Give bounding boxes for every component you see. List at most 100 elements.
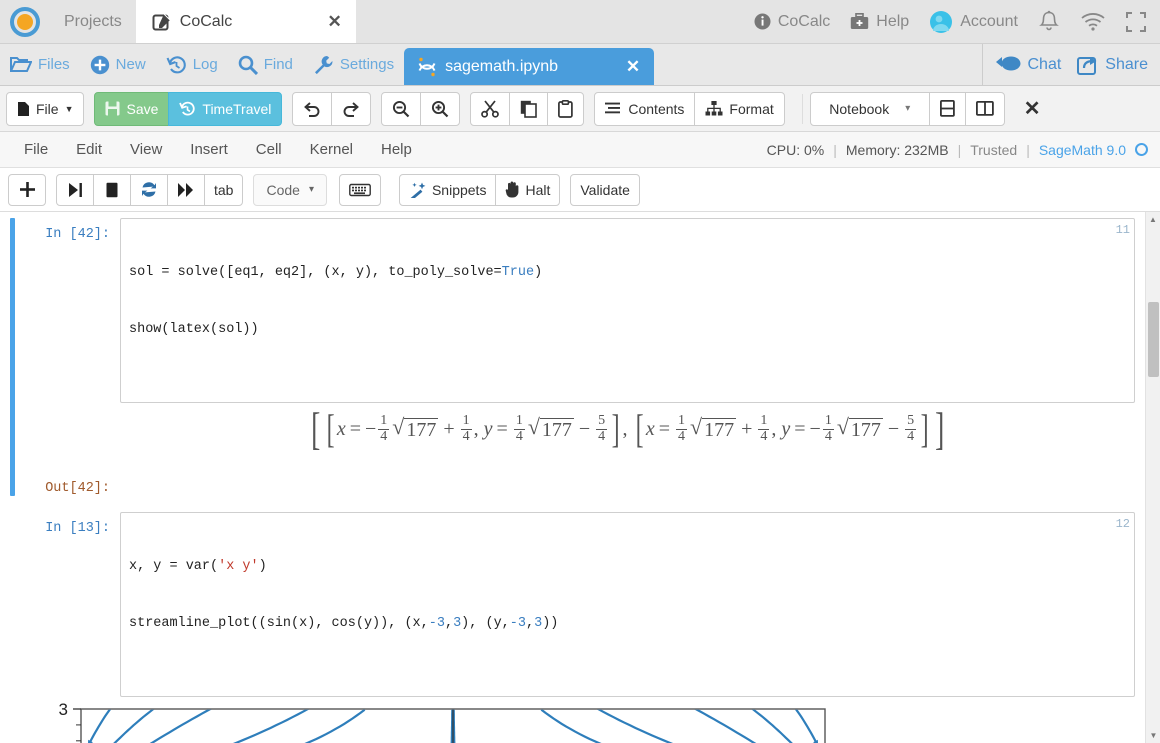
connection-status-button[interactable] (1080, 12, 1106, 32)
hand-stop-icon (505, 181, 520, 198)
snippets-button[interactable]: Snippets (399, 174, 496, 206)
cut-button[interactable] (470, 92, 510, 126)
numerator: 5 (905, 414, 916, 429)
menu-help[interactable]: Help (367, 141, 426, 158)
code-line: sol = solve([eq1, eq2], (x, y), to_poly_… (129, 263, 1126, 282)
snippets-halt-group: Snippets Halt (399, 174, 560, 206)
math-sqrt: √177 (837, 416, 883, 442)
menu-edit[interactable]: Edit (62, 141, 116, 158)
insert-cell-button[interactable] (8, 174, 46, 206)
split-vertical-button[interactable] (965, 92, 1005, 126)
memory-usage: Memory: 232MB (846, 142, 949, 158)
validate-button[interactable]: Validate (570, 174, 640, 206)
math-var-x: x (646, 418, 655, 441)
contents-button[interactable]: Contents (594, 92, 695, 126)
menu-kernel[interactable]: Kernel (296, 141, 367, 158)
account-button[interactable]: Account (929, 10, 1018, 34)
kernel-name[interactable]: SageMath 9.0 (1039, 142, 1126, 158)
account-avatar-icon (929, 10, 953, 34)
history-icon (179, 101, 196, 117)
bracket-close-inner: ] (921, 412, 929, 446)
cell-content: In [42]: sol = solve([eq1, eq2], (x, y),… (15, 218, 1135, 496)
view-mode-select[interactable]: Notebook ▾ (810, 92, 930, 126)
numerator: 1 (823, 414, 834, 429)
share-label: Share (1105, 56, 1148, 74)
math-fraction: 5 4 (905, 414, 916, 444)
undo-button[interactable] (292, 92, 332, 126)
open-tab-cocalc[interactable]: CoCalc ✕ (136, 0, 356, 43)
cell-content: In [13]: x, y = var('x y') streamline_pl… (15, 512, 1135, 743)
fullscreen-button[interactable] (1126, 12, 1146, 32)
chat-bubble-icon (995, 55, 1022, 74)
project-log-button[interactable]: Log (156, 44, 228, 85)
keyboard-shortcuts-button[interactable] (339, 174, 381, 206)
cell-number-badge: 11 (1116, 221, 1130, 240)
cocalc-logo-icon (10, 7, 40, 37)
format-button[interactable]: Format (694, 92, 784, 126)
math-equals: = (497, 418, 508, 441)
code-editor[interactable]: sol = solve([eq1, eq2], (x, y), to_poly_… (120, 218, 1135, 403)
menu-insert[interactable]: Insert (176, 141, 242, 158)
cocalc-info-button[interactable]: CoCalc (754, 13, 830, 31)
history-icon (166, 55, 187, 75)
notebook-cell[interactable]: In [13]: x, y = var('x y') streamline_pl… (10, 512, 1135, 743)
split-horizontal-button[interactable] (929, 92, 966, 126)
save-button[interactable]: Save (94, 92, 169, 126)
close-icon[interactable]: ✕ (298, 12, 342, 32)
halt-button[interactable]: Halt (495, 174, 560, 206)
math-output: [ [ x = − 1 4 √177 + (120, 403, 1135, 452)
project-new-button[interactable]: New (80, 44, 156, 85)
cocalc-info-label: CoCalc (778, 13, 830, 31)
restart-icon (140, 181, 158, 198)
close-editor-button[interactable]: ✕ (1014, 92, 1051, 126)
stop-button[interactable] (93, 174, 131, 206)
scroll-up-arrow[interactable]: ▲ (1146, 212, 1160, 227)
close-icon: ✕ (1024, 96, 1041, 121)
notebook-cell[interactable]: In [42]: sol = solve([eq1, eq2], (x, y),… (10, 218, 1135, 496)
clipboard-icon (558, 100, 573, 118)
file-tab-sagemath[interactable]: sagemath.ipynb ✕ (404, 48, 654, 85)
menu-file[interactable]: File (10, 141, 62, 158)
menu-cell[interactable]: Cell (242, 141, 296, 158)
menu-view[interactable]: View (116, 141, 176, 158)
timetravel-button[interactable]: TimeTravel (168, 92, 282, 126)
projects-button[interactable]: Projects (50, 0, 136, 43)
chat-button[interactable]: Chat (995, 55, 1062, 74)
restart-kernel-button[interactable] (130, 174, 168, 206)
clipboard-group (470, 92, 584, 126)
medkit-icon (850, 13, 869, 30)
vertical-scrollbar[interactable]: ▲ ▼ (1145, 212, 1160, 743)
run-cell-button[interactable] (56, 174, 94, 206)
scrollbar-thumb[interactable] (1148, 302, 1159, 377)
math-operator: + (443, 418, 454, 441)
close-icon[interactable]: ✕ (596, 57, 640, 77)
bracket-close-outer: ] (935, 411, 944, 448)
bracket-open-outer: [ (311, 411, 320, 448)
notifications-button[interactable] (1038, 10, 1060, 33)
tab-label: tab (214, 182, 233, 198)
project-settings-button[interactable]: Settings (303, 44, 404, 85)
kernel-status-bar: CPU: 0% | Memory: 232MB | Trusted | Sage… (767, 142, 1160, 158)
math-var-y: y (781, 418, 790, 441)
undo-icon (303, 101, 321, 117)
cocalc-logo[interactable] (0, 0, 50, 43)
share-button[interactable]: Share (1077, 55, 1148, 75)
run-all-button[interactable] (167, 174, 205, 206)
log-label: Log (193, 56, 218, 73)
redo-button[interactable] (331, 92, 371, 126)
share-icon (1077, 55, 1099, 75)
paste-button[interactable] (547, 92, 584, 126)
file-menu-button[interactable]: File ▼ (6, 92, 84, 126)
cell-type-select[interactable]: Code ▾ (253, 174, 327, 206)
tab-completion-button[interactable]: tab (204, 174, 243, 206)
zoom-in-button[interactable] (420, 92, 460, 126)
project-files-button[interactable]: Files (0, 44, 80, 85)
copy-button[interactable] (509, 92, 548, 126)
help-button[interactable]: Help (850, 13, 909, 31)
zoom-out-button[interactable] (381, 92, 421, 126)
streamline-plot: 3210-1-2-3 (33, 703, 833, 743)
code-editor[interactable]: x, y = var('x y') streamline_plot((sin(x… (120, 512, 1135, 697)
numerator: 1 (461, 414, 472, 429)
scissors-icon (481, 100, 499, 118)
project-find-button[interactable]: Find (228, 44, 303, 85)
